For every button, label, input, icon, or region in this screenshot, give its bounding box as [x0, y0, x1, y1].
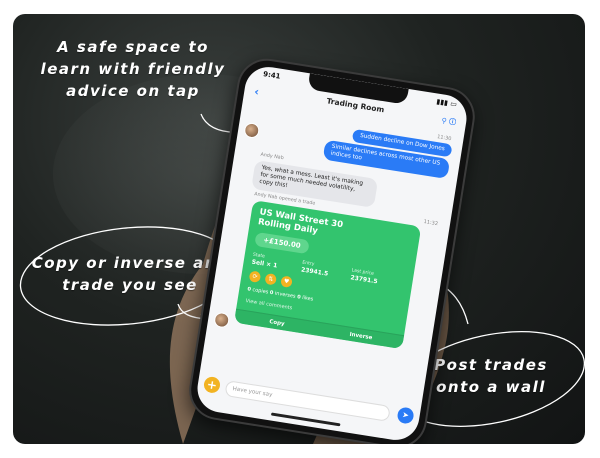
- back-chevron-icon[interactable]: ‹: [253, 85, 260, 99]
- view-comments-link[interactable]: View all comments: [245, 298, 293, 311]
- message-time: 11:30: [436, 134, 452, 143]
- sender-name: Andy Nab: [260, 152, 284, 162]
- trade-card[interactable]: US Wall Street 30 Rolling Daily +£150.00…: [233, 200, 422, 350]
- caption-left: Copy or inverse any trade you see: [25, 252, 235, 296]
- state-value: Sell × 1: [251, 258, 278, 270]
- filter-icon[interactable]: ⚲ ⓘ: [441, 116, 457, 128]
- entry-value: 23941.5: [300, 266, 329, 278]
- last-price-value: 23791.5: [349, 274, 378, 286]
- copy-react-icon[interactable]: ⟳: [248, 270, 262, 284]
- caption-top: A safe space to learn with friendly advi…: [33, 36, 233, 102]
- message-time: 11:32: [423, 218, 439, 228]
- pnl-badge: +£150.00: [254, 231, 310, 255]
- battery-icon: ▮▮▮ ▭: [435, 97, 458, 109]
- avatar: [213, 311, 231, 329]
- copy-button[interactable]: Copy: [233, 308, 321, 336]
- caption-left-line1: Copy or inverse any: [31, 254, 229, 272]
- hero-photo: A safe space to learn with friendly advi…: [13, 14, 585, 444]
- avatar: [243, 121, 261, 140]
- send-icon[interactable]: ➤: [396, 406, 415, 425]
- status-time: 9:41: [262, 70, 282, 81]
- add-button[interactable]: +: [202, 375, 222, 394]
- inverse-button[interactable]: Inverse: [317, 321, 405, 350]
- trade-card-actions: Copy Inverse: [233, 308, 405, 350]
- caption-top-line2: learn with friendly: [40, 60, 226, 78]
- caption-top-line3: advice on tap: [66, 82, 200, 100]
- caption-top-line1: A safe space to: [57, 38, 209, 56]
- message-input[interactable]: Have your say: [224, 380, 391, 422]
- like-react-icon[interactable]: ♥: [280, 275, 293, 289]
- inverse-react-icon[interactable]: ⇅: [264, 272, 278, 286]
